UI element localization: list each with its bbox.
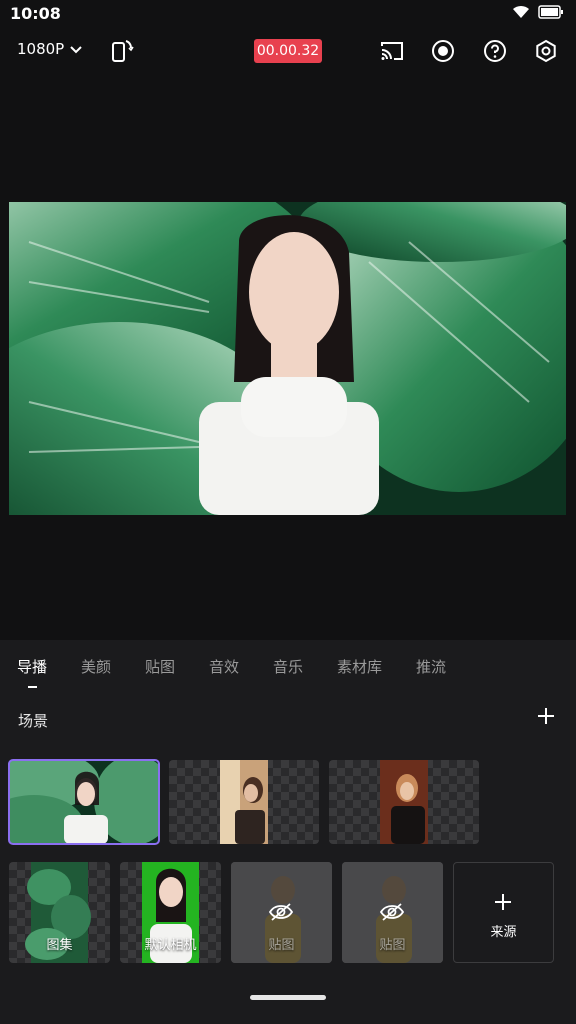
hidden-eye-icon [379, 902, 405, 926]
source-card-gallery[interactable]: 图集 [9, 862, 110, 963]
source-label: 贴图 [268, 938, 295, 953]
preview-image [9, 202, 566, 515]
resolution-selector[interactable]: 1080P [17, 40, 82, 58]
tab-material-library[interactable]: 素材库 [337, 656, 382, 677]
scene-card-2[interactable] [169, 760, 319, 844]
status-time: 10:08 [10, 4, 61, 23]
source-label: 贴图 [379, 938, 406, 953]
plus-icon [538, 708, 554, 724]
cast-icon[interactable] [379, 38, 405, 64]
tab-sound-effects[interactable]: 音效 [209, 656, 239, 677]
tab-stickers[interactable]: 贴图 [145, 656, 175, 677]
active-tab-indicator [28, 686, 37, 688]
settings-icon[interactable] [533, 38, 559, 64]
help-icon[interactable] [482, 38, 508, 64]
source-label: 图集 [46, 938, 73, 953]
source-card-sticker-2[interactable]: 贴图 [342, 862, 443, 963]
chevron-down-icon [70, 40, 82, 58]
scene-card-3[interactable] [329, 760, 479, 844]
tab-music[interactable]: 音乐 [273, 656, 303, 677]
scene-thumbnail [9, 760, 159, 844]
source-card-sticker-1[interactable]: 贴图 [231, 862, 332, 963]
tab-bar: 导播 美颜 贴图 音效 音乐 素材库 推流 [0, 656, 576, 680]
battery-icon [538, 4, 564, 23]
scene-section-title: 场景 [18, 712, 49, 730]
recording-timer: 00.00.32 [254, 39, 322, 63]
source-label: 默认相机 [144, 938, 197, 953]
tab-director[interactable]: 导播 [17, 656, 47, 677]
scene-thumbnail [220, 760, 268, 844]
record-icon[interactable] [430, 38, 456, 64]
add-source-button[interactable]: 来源 [453, 862, 554, 963]
rotate-screen-icon[interactable] [109, 38, 135, 64]
resolution-label: 1080P [17, 40, 65, 58]
source-card-default-camera[interactable]: 默认相机 [120, 862, 221, 963]
tab-streaming[interactable]: 推流 [416, 656, 446, 677]
add-scene-button[interactable] [536, 706, 556, 726]
hidden-eye-icon [268, 902, 294, 926]
plus-icon [494, 893, 512, 915]
tab-beauty[interactable]: 美颜 [81, 656, 111, 677]
wifi-icon [512, 4, 530, 23]
scene-card-1[interactable] [8, 759, 160, 845]
add-source-label: 来源 [490, 925, 517, 940]
scene-thumbnail [380, 760, 428, 844]
home-indicator[interactable] [250, 995, 326, 1000]
live-preview[interactable] [9, 202, 566, 515]
